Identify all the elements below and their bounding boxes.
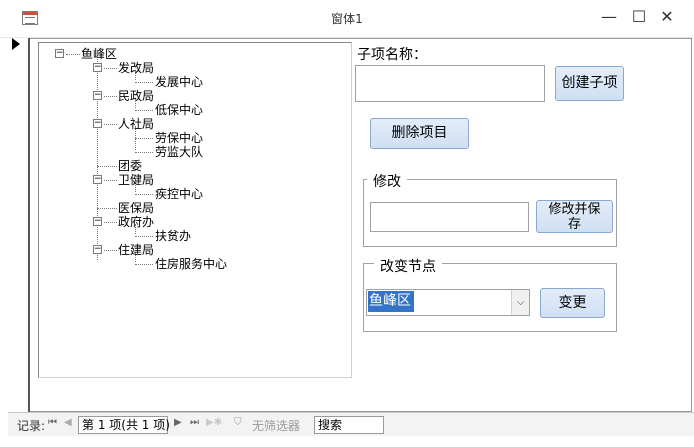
tree-connector xyxy=(104,124,117,125)
tree-node[interactable]: 劳保中心 xyxy=(155,131,203,145)
tree-node[interactable]: 团委 xyxy=(118,159,142,173)
tree-node[interactable]: 扶贫办 xyxy=(155,229,191,243)
tree-connector xyxy=(135,194,153,195)
collapse-toggle-icon[interactable]: − xyxy=(55,49,64,58)
tree-connector xyxy=(135,138,153,139)
current-record-arrow-icon xyxy=(12,38,20,50)
tree-view[interactable]: − 鱼峰区 − 发改局 发展中心 − 民政局 低保中心 − 人社局 劳保中心 劳… xyxy=(38,42,352,378)
tree-node[interactable]: 民政局 xyxy=(118,89,154,103)
modify-group-title: 修改 xyxy=(367,171,407,191)
change-node-group-title: 改变节点 xyxy=(374,256,442,276)
tree-node[interactable]: 人社局 xyxy=(118,117,154,131)
tree-node[interactable]: 发展中心 xyxy=(155,75,203,89)
tree-connector xyxy=(135,110,153,111)
modify-input[interactable] xyxy=(370,202,529,232)
record-label: 记录: xyxy=(17,419,46,433)
filter-icon[interactable]: ⛉ xyxy=(234,417,242,428)
search-box[interactable]: 搜索 xyxy=(314,416,384,434)
minimize-button[interactable]: — xyxy=(594,6,624,28)
tree-connector xyxy=(66,54,80,55)
window-title: 窗体1 xyxy=(331,12,363,26)
record-position-box[interactable]: 第 1 项(共 1 项) xyxy=(78,416,170,434)
status-strip xyxy=(0,436,694,447)
change-node-combo-value: 鱼峰区 xyxy=(368,291,414,312)
record-selector[interactable] xyxy=(8,38,30,412)
next-record-icon[interactable]: ▶ xyxy=(174,417,182,428)
child-name-input[interactable] xyxy=(355,65,545,102)
previous-record-icon[interactable]: ◀ xyxy=(64,417,72,428)
no-filter-label[interactable]: 无筛选器 xyxy=(252,417,300,434)
modify-save-button-label: 存 xyxy=(567,216,581,232)
tree-connector xyxy=(135,82,153,83)
modify-save-button-label: 修改并保 xyxy=(548,201,601,217)
tree-connector xyxy=(104,96,117,97)
record-navigation-bar: 记录: ⏮ ◀ 第 1 项(共 1 项) ▶ ⏭ ▶✱ ⛉ 无筛选器 搜索 xyxy=(8,412,694,436)
tree-connector xyxy=(104,180,117,181)
chevron-down-icon[interactable]: ⌵ xyxy=(511,290,529,315)
tree-node[interactable]: 医保局 xyxy=(118,201,154,215)
collapse-toggle-icon[interactable]: − xyxy=(93,63,102,72)
tree-connector xyxy=(97,166,117,167)
tree-node[interactable]: 卫健局 xyxy=(118,173,154,187)
new-record-icon[interactable]: ▶✱ xyxy=(206,417,222,428)
tree-node[interactable]: 鱼峰区 xyxy=(81,47,117,61)
tree-node[interactable]: 政府办 xyxy=(118,215,154,229)
tree-connector xyxy=(97,55,98,260)
tree-connector xyxy=(97,208,117,209)
tree-node[interactable]: 低保中心 xyxy=(155,103,203,117)
child-name-label: 子项名称： xyxy=(357,47,427,63)
tree-connector xyxy=(104,68,117,69)
collapse-toggle-icon[interactable]: − xyxy=(93,245,102,254)
collapse-toggle-icon[interactable]: − xyxy=(93,217,102,226)
tree-connector xyxy=(104,250,117,251)
create-child-button[interactable]: 创建子项 xyxy=(555,66,624,101)
close-button[interactable]: ✕ xyxy=(652,6,682,28)
modify-save-button[interactable]: 修改并保 存 xyxy=(536,200,613,233)
maximize-button[interactable]: ☐ xyxy=(624,6,654,28)
tree-connector xyxy=(104,222,117,223)
collapse-toggle-icon[interactable]: − xyxy=(93,91,102,100)
tree-connector xyxy=(135,152,153,153)
tree-connector xyxy=(135,264,153,265)
first-record-icon[interactable]: ⏮ xyxy=(48,417,57,428)
tree-node[interactable]: 发改局 xyxy=(118,61,154,75)
change-button[interactable]: 变更 xyxy=(540,288,605,318)
last-record-icon[interactable]: ⏭ xyxy=(190,417,199,428)
collapse-toggle-icon[interactable]: − xyxy=(93,175,102,184)
tree-node[interactable]: 住房服务中心 xyxy=(155,257,227,271)
tree-node[interactable]: 劳监大队 xyxy=(155,145,203,159)
tree-node[interactable]: 疾控中心 xyxy=(155,187,203,201)
collapse-toggle-icon[interactable]: − xyxy=(93,119,102,128)
delete-item-button[interactable]: 删除项目 xyxy=(370,118,469,149)
tree-connector xyxy=(135,236,153,237)
tree-node[interactable]: 住建局 xyxy=(118,243,154,257)
